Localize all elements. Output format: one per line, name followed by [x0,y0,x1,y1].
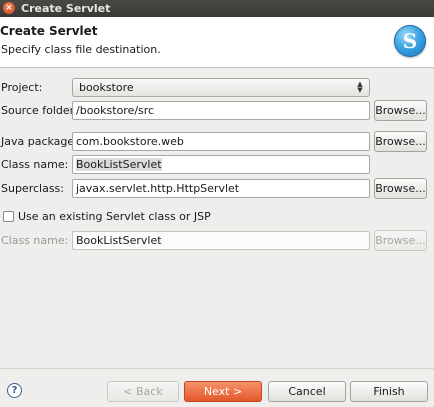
java-package-input[interactable]: com.bookstore.web [72,132,370,151]
existing-servlet-label[interactable]: Use an existing Servlet class or JSP [18,210,211,223]
source-folder-browse-button[interactable]: Browse... [374,100,427,121]
source-folder-input[interactable]: /bookstore/src [72,101,370,120]
next-button[interactable]: Next > [184,381,262,402]
title-bar: × Create Servlet [0,0,434,17]
combo-arrows-icon: ▲ ▼ [357,80,363,94]
cancel-button[interactable]: Cancel [268,381,346,402]
project-label: Project: [1,81,43,94]
java-package-browse-button[interactable]: Browse... [374,131,427,152]
wizard-subtitle: Specify class file destination. [1,43,161,56]
footer-divider [0,368,434,369]
existing-servlet-checkbox[interactable] [3,211,14,222]
existing-class-label: Class name: [1,234,69,247]
wizard-header: Create Servlet Specify class file destin… [0,17,434,68]
superclass-label: Superclass: [1,182,64,195]
superclass-browse-button[interactable]: Browse... [374,178,427,199]
superclass-input[interactable]: javax.servlet.http.HttpServlet [72,179,370,198]
source-folder-label: Source folder: [1,104,78,117]
window-title: Create Servlet [21,2,111,15]
existing-class-input[interactable]: BookListServlet [72,231,370,250]
class-name-input[interactable]: BookListServlet [72,155,370,174]
project-select[interactable]: bookstore ▲ ▼ [72,78,370,97]
class-name-value: BookListServlet [76,158,162,171]
finish-button[interactable]: Finish [350,381,428,402]
back-button[interactable]: < Back [107,381,179,402]
close-icon[interactable]: × [3,2,15,14]
existing-class-browse-button[interactable]: Browse... [374,230,427,251]
java-package-label: Java package: [1,135,78,148]
help-icon[interactable]: ? [7,383,22,398]
class-name-label: Class name: [1,158,69,171]
wizard-title: Create Servlet [0,24,98,38]
project-select-value: bookstore [79,81,134,94]
servlet-logo-icon: S [394,25,426,57]
